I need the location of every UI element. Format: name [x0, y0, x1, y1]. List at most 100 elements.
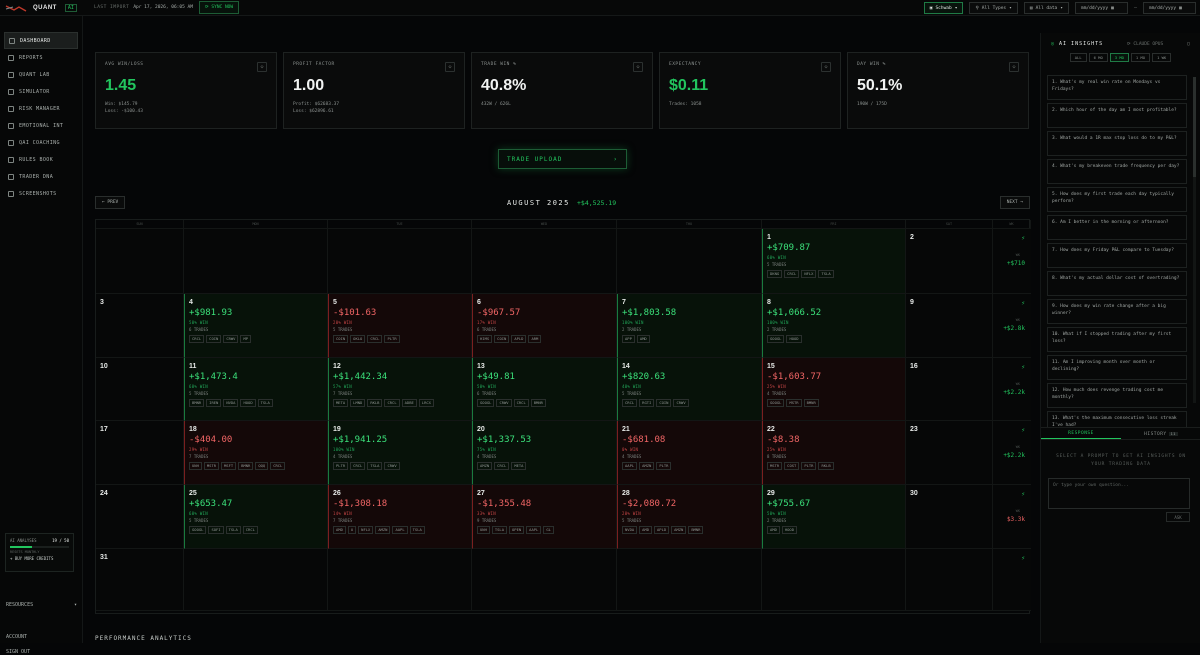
- ticker-chip[interactable]: NFLX: [801, 270, 817, 278]
- calendar-day[interactable]: 13 +$49.81 50% WIN 6 TRADES GOOGL CRWV CRCL BMN…: [472, 358, 617, 421]
- ticker-chip[interactable]: IREN: [206, 399, 222, 407]
- ticker-chip[interactable]: CRCL: [189, 335, 205, 343]
- calendar-day[interactable]: 21 -$681.08 0% WIN 4 TRADES AAPL AMZN PLTR: [617, 421, 762, 485]
- ticker-chip[interactable]: DKNG: [767, 270, 783, 278]
- ticker-chip[interactable]: NVDA: [622, 526, 638, 534]
- sidebar-item-risk-manager[interactable]: RISK MANAGER: [4, 100, 78, 117]
- ticker-chip[interactable]: LMND: [350, 399, 366, 407]
- ai-prompt-item[interactable]: 6. Am I better in the morning or afterno…: [1047, 215, 1187, 240]
- ticker-chip[interactable]: CRCL: [784, 270, 800, 278]
- question-scrollbar[interactable]: [1193, 77, 1196, 403]
- ticker-chip[interactable]: APLD: [511, 335, 527, 343]
- ticker-chip[interactable]: CRWV: [223, 335, 239, 343]
- range-tab-6-mo[interactable]: 6 MO: [1088, 53, 1108, 62]
- ticker-chip[interactable]: U: [347, 526, 357, 534]
- ai-prompt-item[interactable]: 3. What would a 1R max stop loss do to m…: [1047, 131, 1187, 156]
- calendar-day[interactable]: 20 +$1,337.53 75% WIN 4 TRADES AMZN CRCL META: [472, 421, 617, 485]
- ticker-chip[interactable]: CRCL: [242, 526, 258, 534]
- calendar-day[interactable]: 28 -$2,080.72 20% WIN 5 TRADES NVDA AMD APLD AM…: [617, 485, 762, 549]
- trade-upload-button[interactable]: TRADE UPLOAD ›: [498, 149, 627, 169]
- ticker-chip[interactable]: UNH: [477, 526, 490, 534]
- calendar-day[interactable]: 19 +$1,941.25 100% WIN 4 TRADES PLTR CRCL TSLA…: [328, 421, 472, 485]
- ticker-chip[interactable]: TSLA: [225, 526, 241, 534]
- calendar-day[interactable]: 12 +$1,442.34 57% WIN 7 TRADES META LMND RKLB C…: [328, 358, 472, 421]
- type-select[interactable]: ⚲ All Types ▾: [969, 2, 1018, 14]
- lightning-icon[interactable]: ⚡: [1021, 235, 1025, 242]
- ticker-chip[interactable]: PLTR: [656, 462, 672, 470]
- ticker-chip[interactable]: CRWV: [496, 399, 512, 407]
- ticker-chip[interactable]: GOOGL: [767, 399, 785, 407]
- ticker-chip[interactable]: TSLA: [257, 399, 273, 407]
- ticker-chip[interactable]: COIN: [494, 335, 510, 343]
- sidebar-item-quant-lab[interactable]: QUANT LAB: [4, 66, 78, 83]
- ticker-chip[interactable]: AAPL: [392, 526, 408, 534]
- calendar-day[interactable]: 4 +$981.93 50% WIN 6 TRADES CRCL COIN CRWV MP: [184, 294, 328, 358]
- ticker-chip[interactable]: LRCX: [418, 399, 434, 407]
- ai-prompt-item[interactable]: 12. How much does revenge trading cost m…: [1047, 383, 1187, 408]
- ticker-chip[interactable]: RKLB: [367, 399, 383, 407]
- ai-prompt-item[interactable]: 11. Am I improving month over month or d…: [1047, 355, 1187, 380]
- ticker-chip[interactable]: OPEN: [509, 526, 525, 534]
- ticker-chip[interactable]: PLTR: [333, 462, 349, 470]
- calendar-day[interactable]: 7 +$1,803.58 100% WIN 2 TRADES APP AMD: [617, 294, 762, 358]
- resources-toggle[interactable]: RESOURCES ▾: [6, 602, 77, 608]
- ticker-chip[interactable]: GOOGL: [767, 335, 785, 343]
- date-to-input[interactable]: mm/dd/yyyy ▦: [1143, 2, 1196, 14]
- calendar-day[interactable]: 11 +$1,473.4 60% WIN 5 TRADES BMNR IREN NVDA HO…: [184, 358, 328, 421]
- lightning-icon[interactable]: ⚡: [1021, 491, 1025, 498]
- buy-credits-link[interactable]: + BUY MORE CREDITS: [10, 556, 69, 561]
- ticker-chip[interactable]: COIN: [656, 399, 672, 407]
- ai-prompt-item[interactable]: 13. What's the maximum consecutive loss …: [1047, 411, 1187, 427]
- ticker-chip[interactable]: CRCL: [622, 399, 638, 407]
- ticker-chip[interactable]: CRCL: [494, 462, 510, 470]
- ticker-chip[interactable]: NFLX: [358, 526, 374, 534]
- ticker-chip[interactable]: GOOGL: [477, 399, 495, 407]
- ticker-chip[interactable]: NVDA: [223, 399, 239, 407]
- ticker-chip[interactable]: RGTI: [639, 399, 655, 407]
- ticker-chip[interactable]: BMNR: [189, 399, 205, 407]
- ticker-chip[interactable]: AMD: [636, 335, 650, 343]
- ticker-chip[interactable]: BMNR: [530, 399, 546, 407]
- ticker-chip[interactable]: BMNR: [238, 462, 254, 470]
- ticker-chip[interactable]: AMD: [639, 526, 653, 534]
- range-tab-1-wk[interactable]: 1 WK: [1152, 53, 1172, 62]
- next-month-button[interactable]: NEXT →: [999, 196, 1030, 209]
- ticker-chip[interactable]: HIMS: [477, 335, 493, 343]
- ask-button[interactable]: ASK: [1166, 512, 1190, 522]
- ticker-chip[interactable]: COIN: [333, 335, 349, 343]
- ticker-chip[interactable]: COST: [784, 462, 800, 470]
- ticker-chip[interactable]: META: [333, 399, 349, 407]
- ticker-chip[interactable]: TSLA: [367, 462, 383, 470]
- calendar-day[interactable]: 27 -$1,355.48 33% WIN 9 TRADES UNH TSLA OPEN AA…: [472, 485, 617, 549]
- ai-model-selector[interactable]: ⟳ CLAUDE OPUS: [1127, 42, 1163, 47]
- sync-now-button[interactable]: ⟳ SYNC NOW: [198, 1, 240, 14]
- ai-prompt-item[interactable]: 7. How does my Friday P&L compare to Tue…: [1047, 243, 1187, 268]
- ticker-chip[interactable]: QQQ: [255, 462, 269, 470]
- ai-prompt-item[interactable]: 8. What's my actual dollar cost of overt…: [1047, 271, 1187, 296]
- calendar-day[interactable]: 6 -$967.57 17% WIN 6 TRADES HIMS COIN APLD ARM: [472, 294, 617, 358]
- ticker-chip[interactable]: ARM: [528, 335, 542, 343]
- ticker-chip[interactable]: CRCL: [384, 399, 400, 407]
- lightning-icon[interactable]: ⚡: [1021, 427, 1025, 434]
- sidebar-item-qai-coaching[interactable]: QAI COACHING: [4, 134, 78, 151]
- range-tab-all[interactable]: ALL: [1069, 53, 1087, 62]
- calendar-day[interactable]: 25 +$653.47 60% WIN 5 TRADES GOOGL SOFI TSLA CR…: [184, 485, 328, 549]
- ticker-chip[interactable]: CRCL: [513, 399, 529, 407]
- ai-prompt-item[interactable]: 4. What's my breakeven trade frequency p…: [1047, 159, 1187, 184]
- ai-prompt-item[interactable]: 10. What if I stopped trading after my f…: [1047, 327, 1187, 352]
- ticker-chip[interactable]: META: [511, 462, 527, 470]
- sidebar-item-rules-book[interactable]: RULES BOOK: [4, 151, 78, 168]
- prev-month-button[interactable]: ← PREV: [95, 196, 126, 209]
- ticker-chip[interactable]: CRCL: [270, 462, 286, 470]
- ticker-chip[interactable]: TSLA: [409, 526, 425, 534]
- ai-prompt-item[interactable]: 2. Which hour of the day am I most profi…: [1047, 103, 1187, 128]
- logo[interactable]: QUANT AI: [0, 3, 84, 12]
- calendar-day[interactable]: 22 -$8.38 25% WIN 8 TRADES MSTR COST PLTR RKLB: [762, 421, 906, 485]
- ticker-chip[interactable]: MSTR: [786, 399, 802, 407]
- calendar-day[interactable]: 14 +$820.63 40% WIN 5 TRADES CRCL RGTI COIN CRW…: [617, 358, 762, 421]
- ticker-chip[interactable]: MP: [240, 335, 252, 343]
- ticker-chip[interactable]: PLTR: [801, 462, 817, 470]
- ticker-chip[interactable]: BMNR: [688, 526, 704, 534]
- ticker-chip[interactable]: AMZN: [671, 526, 687, 534]
- ticker-chip[interactable]: APLD: [654, 526, 670, 534]
